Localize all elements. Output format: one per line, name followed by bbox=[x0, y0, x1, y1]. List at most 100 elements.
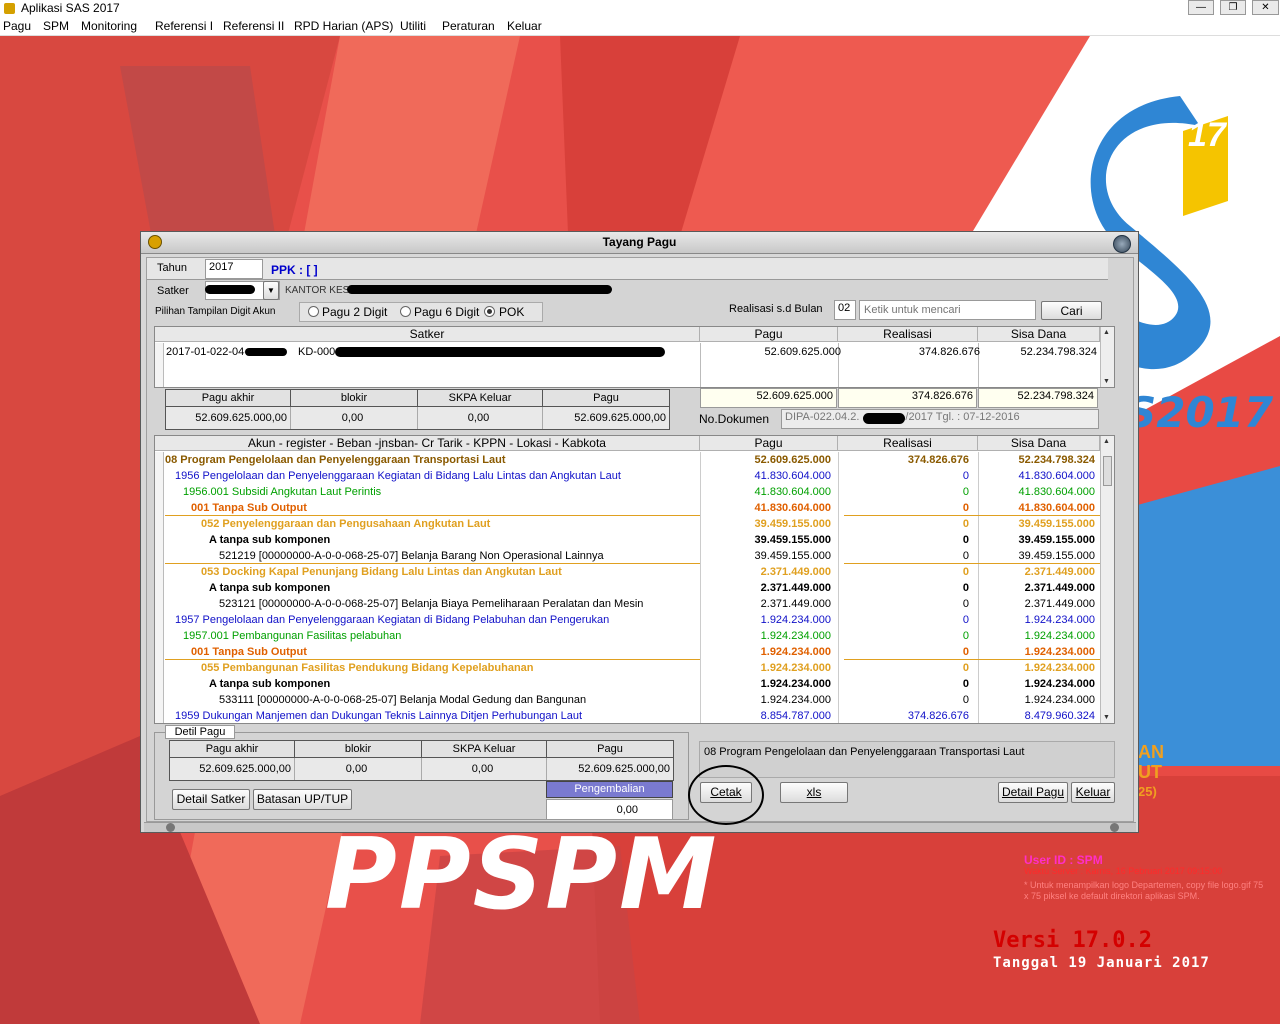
table-row[interactable]: 533111 [00000000-A-0-0-068-25-07] Belanj… bbox=[165, 692, 1114, 708]
table-row[interactable]: 053 Docking Kapal Penunjang Bidang Lalu … bbox=[165, 564, 1114, 580]
sum-header: Pagu bbox=[543, 390, 669, 407]
dialog-body: Tahun 2017 PPK : [ ] Satker ▼ KANTOR KES… bbox=[146, 257, 1134, 822]
table-row[interactable]: 1957 Pengelolaan dan Penyelenggaraan Keg… bbox=[165, 612, 1114, 628]
cell-sisa: 1.924.234.000 bbox=[1024, 614, 1095, 626]
sum-header: Pagu akhir bbox=[170, 741, 295, 758]
table-row[interactable]: 523121 [00000000-A-0-0-068-25-07] Belanj… bbox=[165, 596, 1114, 612]
cell-realisasi: 0 bbox=[962, 550, 969, 562]
no-dokumen-suffix: /2017 Tgl. : 07-12-2016 bbox=[905, 411, 1020, 423]
table-row[interactable]: 1959 Dukungan Manjemen dan Dukungan Tekn… bbox=[165, 708, 1114, 723]
cell-sisa: 1.924.234.000 bbox=[1024, 662, 1095, 674]
cell-akun: A tanpa sub komponen bbox=[209, 582, 331, 594]
table-row[interactable]: 1956 Pengelolaan dan Penyelenggaraan Keg… bbox=[165, 468, 1114, 484]
detil-blokir: 0,00 bbox=[295, 758, 422, 780]
cari-button[interactable]: Cari bbox=[1041, 301, 1102, 320]
xls-button[interactable]: xls bbox=[780, 782, 848, 803]
scroll-down-icon[interactable]: ▼ bbox=[1103, 378, 1110, 385]
cell-akun: 1957.001 Pembangunan Fasilitas pelabuhan bbox=[183, 630, 402, 642]
cell-sisa: 2.371.449.000 bbox=[1024, 582, 1095, 594]
cell-realisasi: 0 bbox=[962, 678, 969, 690]
cell-sisa: 52.234.798.324 bbox=[1018, 454, 1095, 466]
menu-spm[interactable]: SPM bbox=[43, 17, 69, 36]
satker-grid: Satker Pagu Realisasi Sisa Dana 2017-01-… bbox=[154, 326, 1115, 388]
version-date: Tanggal 19 Januari 2017 bbox=[993, 955, 1210, 971]
table-row[interactable]: A tanpa sub komponen 39.459.155.000 0 39.45… bbox=[165, 532, 1114, 548]
detail-grid-scrollbar[interactable]: ▲ ▼ bbox=[1100, 436, 1114, 723]
cell-pagu: 1.924.234.000 bbox=[760, 694, 831, 706]
batasan-up-tup-button[interactable]: Batasan UP/TUP bbox=[253, 789, 352, 810]
radio-pagu-2-digit[interactable] bbox=[308, 306, 319, 317]
cell-akun: A tanpa sub komponen bbox=[209, 534, 331, 546]
keluar-button[interactable]: Keluar bbox=[1071, 782, 1115, 803]
detil-pagu-akhir: 52.609.625.000,00 bbox=[170, 758, 295, 780]
cell-pagu: 41.830.604.000 bbox=[754, 502, 831, 514]
table-row[interactable]: 052 Penyelenggaraan dan Pengusahaan Angk… bbox=[165, 516, 1114, 532]
ppk-label: PPK : [ ] bbox=[271, 263, 318, 277]
cell-satker: 2017-01-022-04- bbox=[166, 346, 248, 358]
dialog-close-button[interactable] bbox=[1113, 235, 1131, 253]
close-button[interactable]: ✕ bbox=[1252, 0, 1279, 15]
scroll-up-icon[interactable]: ▲ bbox=[1103, 329, 1110, 336]
no-dokumen-label: No.Dokumen bbox=[699, 412, 770, 426]
radio-label: Pagu 2 Digit bbox=[322, 305, 388, 319]
menu-peraturan[interactable]: Peraturan bbox=[442, 17, 495, 36]
tahun-label: Tahun bbox=[157, 262, 187, 274]
table-row[interactable]: 521219 [00000000-A-0-0-068-25-07] Belanj… bbox=[165, 548, 1114, 564]
table-row[interactable]: A tanpa sub komponen 2.371.449.000 0 2.371.… bbox=[165, 580, 1114, 596]
cell-sisa: 1.924.234.000 bbox=[1024, 646, 1095, 658]
detail-pagu-button[interactable]: Detail Pagu bbox=[998, 782, 1068, 803]
cell-sisa: 39.459.155.000 bbox=[1018, 534, 1095, 546]
app-titlebar: Aplikasi SAS 2017 — ❐ ✕ bbox=[0, 0, 1280, 17]
redaction bbox=[335, 347, 665, 357]
scroll-thumb[interactable] bbox=[1103, 456, 1112, 486]
menu-keluar[interactable]: Keluar bbox=[507, 17, 542, 36]
user-id-label: User ID : SPM bbox=[1024, 853, 1103, 867]
cell-realisasi: 0 bbox=[962, 598, 969, 610]
cell-akun: A tanpa sub komponen bbox=[209, 678, 331, 690]
menu-pagu[interactable]: Pagu bbox=[3, 17, 31, 36]
cell-realisasi: 0 bbox=[962, 470, 969, 482]
cell-realisasi: 0 bbox=[962, 646, 969, 658]
radio-pok[interactable] bbox=[484, 306, 495, 317]
cell-pagu: 1.924.234.000 bbox=[760, 630, 831, 642]
menu-rpd-harian[interactable]: RPD Harian (APS) bbox=[294, 17, 393, 36]
digit-radio-group: Pagu 2 Digit Pagu 6 Digit POK bbox=[299, 302, 543, 322]
group-separator bbox=[165, 659, 700, 660]
table-row[interactable]: A tanpa sub komponen 1.924.234.000 0 1.924.… bbox=[165, 676, 1114, 692]
cell-akun: 1956 Pengelolaan dan Penyelenggaraan Keg… bbox=[175, 470, 621, 482]
sum-pagu: 52.609.625.000,00 bbox=[543, 407, 669, 429]
table-row[interactable]: 1957.001 Pembangunan Fasilitas pelabuhan… bbox=[165, 628, 1114, 644]
menu-monitoring[interactable]: Monitoring bbox=[81, 17, 137, 36]
minimize-button[interactable]: — bbox=[1188, 0, 1214, 15]
version-text: Versi 17.0.2 bbox=[993, 928, 1152, 953]
detil-pagu-tab[interactable]: Detil Pagu bbox=[165, 725, 235, 739]
detail-satker-button[interactable]: Detail Satker bbox=[172, 789, 250, 810]
tahun-field[interactable]: 2017 bbox=[205, 259, 263, 279]
radio-pagu-6-digit[interactable] bbox=[400, 306, 411, 317]
realisasi-bulan-field[interactable]: 02 bbox=[834, 300, 856, 320]
satker-dropdown-button[interactable]: ▼ bbox=[263, 281, 279, 300]
menu-referensi-1[interactable]: Referensi I bbox=[155, 17, 213, 36]
table-row[interactable]: 055 Pembangunan Fasilitas Pendukung Bida… bbox=[165, 660, 1114, 676]
scroll-down-icon[interactable]: ▼ bbox=[1103, 714, 1110, 721]
satker-grid-scrollbar[interactable]: ▲ ▼ bbox=[1100, 327, 1114, 387]
col-header-satker: Satker bbox=[155, 327, 700, 342]
menu-referensi-2[interactable]: Referensi II bbox=[223, 17, 284, 36]
cell-pagu: 2.371.449.000 bbox=[760, 598, 831, 610]
cell-realisasi: 0 bbox=[962, 614, 969, 626]
highlight-circle-annotation bbox=[688, 765, 764, 825]
table-row[interactable]: 001 Tanpa Sub Output 1.924.234.000 0 1.924.… bbox=[165, 644, 1114, 660]
search-input[interactable] bbox=[859, 300, 1036, 320]
menu-utiliti[interactable]: Utiliti bbox=[400, 17, 426, 36]
cell-sisa: 1.924.234.000 bbox=[1024, 630, 1095, 642]
scroll-up-icon[interactable]: ▲ bbox=[1103, 438, 1110, 445]
cell-pagu: 52.609.625.000 bbox=[754, 454, 831, 466]
menu-bar: Pagu SPM Monitoring Referensi I Referens… bbox=[0, 17, 1280, 36]
table-row[interactable]: 08 Program Pengelolaan dan Penyelenggara… bbox=[165, 452, 1114, 468]
cell-pagu: 1.924.234.000 bbox=[760, 646, 831, 658]
cell-realisasi: 0 bbox=[962, 630, 969, 642]
table-row[interactable]: 001 Tanpa Sub Output 41.830.604.000 0 41.83… bbox=[165, 500, 1114, 516]
group-separator bbox=[165, 563, 700, 564]
restore-button[interactable]: ❐ bbox=[1220, 0, 1246, 15]
table-row[interactable]: 1956.001 Subsidi Angkutan Laut Perintis 4… bbox=[165, 484, 1114, 500]
